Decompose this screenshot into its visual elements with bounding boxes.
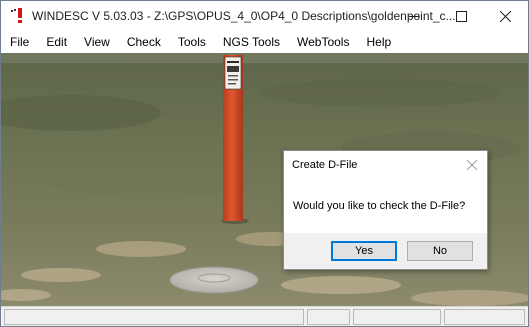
dialog-footer: Yes No [284,233,487,269]
dialog-body: Would you like to check the D-File? [284,179,487,233]
create-dfile-dialog: Create D-File Would you like to check th… [283,150,488,270]
menu-file[interactable]: File [10,35,29,49]
minimize-icon [408,11,420,22]
status-pane-3 [353,309,441,325]
menu-webtools[interactable]: WebTools [297,35,349,49]
maximize-button[interactable] [438,1,484,31]
menu-help[interactable]: Help [366,35,391,49]
close-button[interactable] [482,1,528,31]
menu-tools[interactable]: Tools [178,35,206,49]
maximize-icon [455,10,467,22]
red-exclamation-icon [10,8,24,24]
menu-bar: File Edit View Check Tools NGS Tools Web… [1,31,528,53]
status-pane-2 [307,309,350,325]
no-button[interactable]: No [407,241,473,261]
yes-button[interactable]: Yes [331,241,397,261]
minimize-button[interactable] [391,1,437,31]
status-pane-main [4,309,304,325]
menu-check[interactable]: Check [127,35,161,49]
title-bar[interactable]: WINDESC V 5.03.03 - Z:\GPS\OPUS_4_0\OP4_… [1,1,528,31]
close-icon [499,10,511,22]
dialog-title: Create D-File [292,159,358,171]
dialog-message: Would you like to check the D-File? [293,200,466,212]
menu-edit[interactable]: Edit [46,35,67,49]
dialog-close-icon[interactable] [464,157,480,173]
app-window: WINDESC V 5.03.03 - Z:\GPS\OPUS_4_0\OP4_… [0,0,529,327]
status-bar [1,306,528,326]
menu-view[interactable]: View [84,35,110,49]
status-pane-4 [444,309,525,325]
dialog-title-bar[interactable]: Create D-File [284,151,487,179]
menu-ngs-tools[interactable]: NGS Tools [223,35,280,49]
